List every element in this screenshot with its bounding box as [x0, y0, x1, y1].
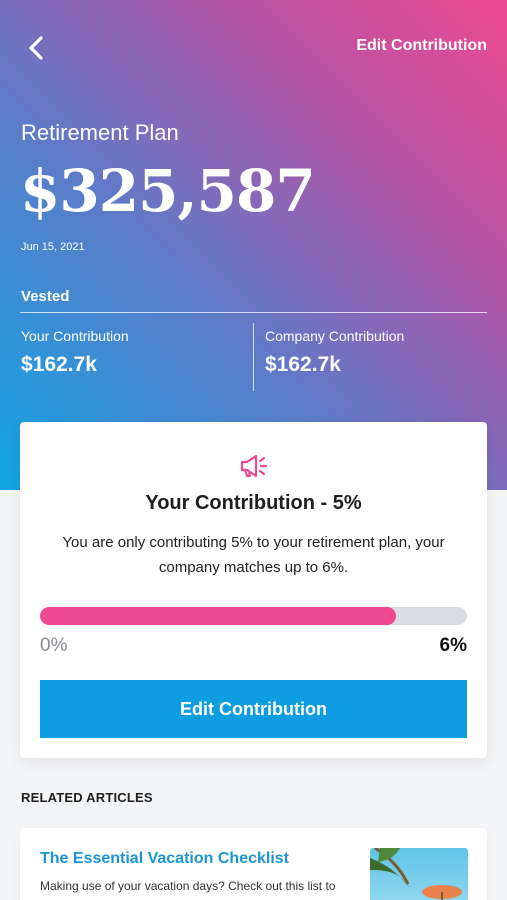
plan-balance: $325,587 [20, 157, 316, 225]
back-button[interactable] [18, 30, 54, 66]
hero-header: Edit Contribution Retirement Plan $325,5… [0, 0, 507, 490]
column-divider [253, 323, 254, 391]
edit-contribution-button[interactable]: Edit Contribution [40, 680, 467, 738]
balance-date: Jun 15, 2021 [21, 241, 85, 253]
divider [20, 312, 487, 313]
article-card[interactable]: The Essential Vacation Checklist Making … [20, 828, 487, 900]
edit-contribution-link[interactable]: Edit Contribution [356, 37, 487, 55]
contribution-card-title: Your Contribution - 5% [145, 492, 362, 514]
article-description: Making use of your vacation days? Check … [40, 879, 336, 893]
your-contribution-value: $162.7k [21, 353, 97, 376]
article-title[interactable]: The Essential Vacation Checklist [40, 850, 289, 868]
company-contribution-value: $162.7k [265, 353, 341, 376]
contribution-progress-bar [40, 607, 467, 625]
contribution-card: Your Contribution - 5% You are only cont… [20, 422, 487, 758]
contribution-progress-fill [40, 607, 396, 625]
company-contribution-summary: Company Contribution $162.7k [265, 328, 404, 377]
your-contribution-summary: Your Contribution $162.7k [21, 328, 129, 377]
beach-photo [370, 848, 468, 900]
chevron-left-icon [29, 36, 43, 60]
megaphone-icon [240, 454, 268, 478]
your-contribution-label: Your Contribution [21, 328, 129, 344]
progress-min-label: 0% [40, 635, 68, 656]
progress-max-label: 6% [439, 635, 467, 656]
plan-title: Retirement Plan [21, 120, 179, 145]
company-contribution-label: Company Contribution [265, 328, 405, 344]
contribution-card-description: You are only contributing 5% to your ret… [62, 534, 445, 576]
vested-label: Vested [21, 288, 70, 305]
related-articles-heading: RELATED ARTICLES [21, 790, 153, 805]
